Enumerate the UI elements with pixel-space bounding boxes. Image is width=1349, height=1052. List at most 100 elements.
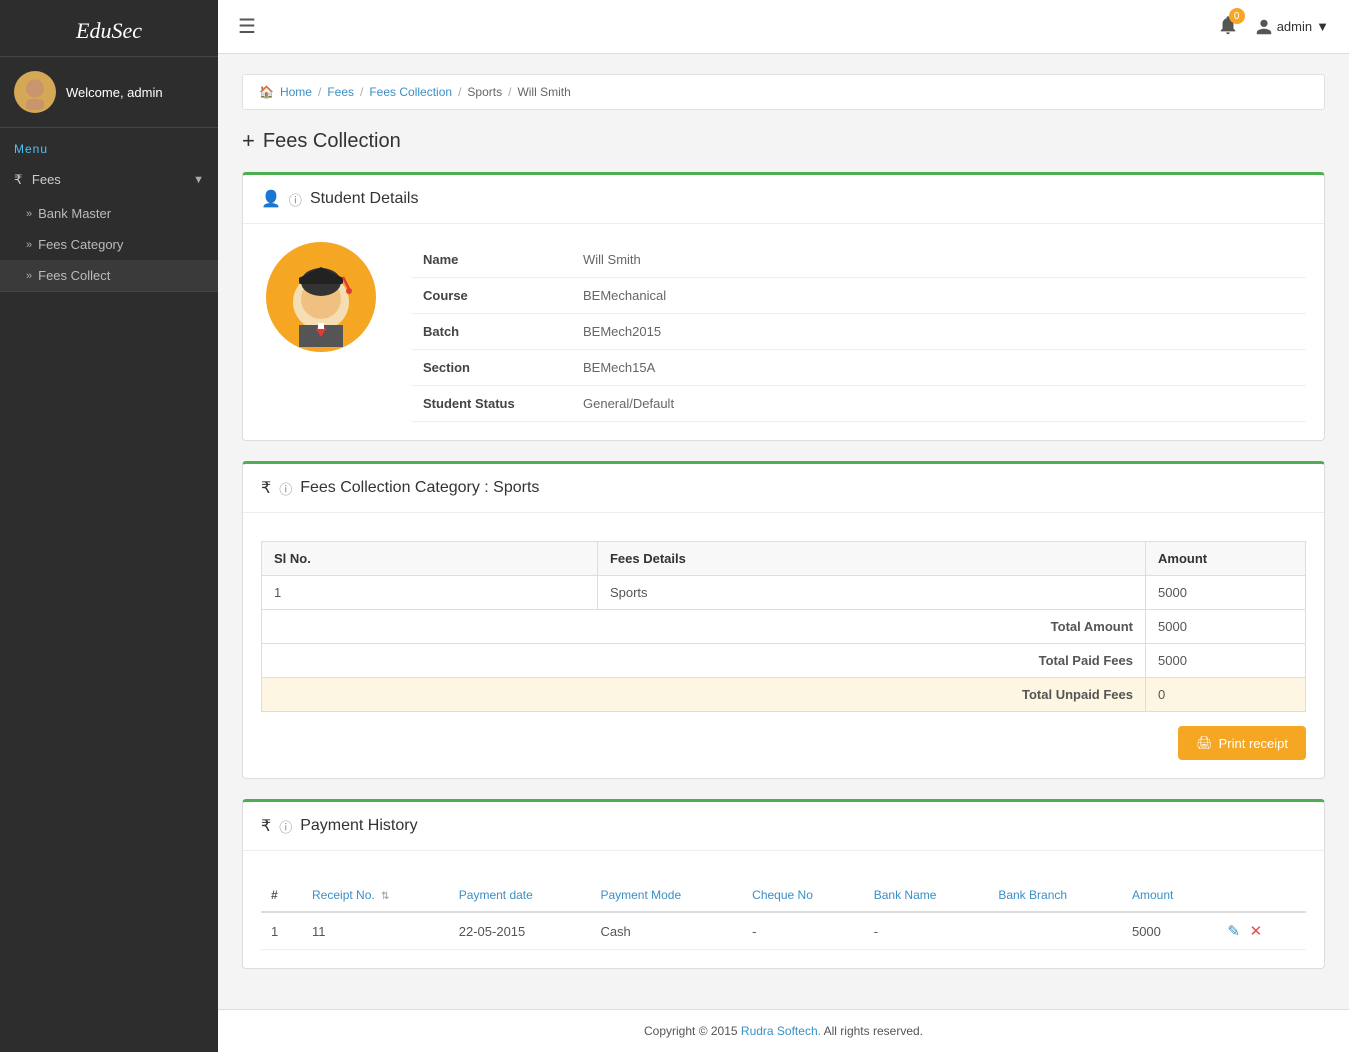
plus-icon: + xyxy=(242,128,255,154)
breadcrumb-fees-collection[interactable]: Fees Collection xyxy=(369,85,452,99)
student-field-value: BEMech2015 xyxy=(571,314,1306,350)
chevron-right-icon: » xyxy=(26,208,32,220)
payment-rupee-icon: ₹ xyxy=(261,816,271,836)
total-unpaid-value: 0 xyxy=(1146,678,1306,712)
breadcrumb-sep3: / xyxy=(458,85,461,99)
payment-receipt-no: 11 xyxy=(302,912,449,950)
student-details-header: 👤 ⓘ Student Details xyxy=(243,175,1324,224)
footer-copyright: Copyright © 2015 xyxy=(644,1024,738,1038)
fees-section: ₹ Fees ▼ » Bank Master » Fees Category »… xyxy=(0,162,218,292)
fees-table-header-sl: Sl No. xyxy=(262,542,598,576)
fees-menu-item[interactable]: ₹ Fees ▼ xyxy=(0,162,218,198)
rupee-icon: ₹ xyxy=(14,172,22,187)
total-unpaid-label: Total Unpaid Fees xyxy=(262,678,1146,712)
payment-col-bank: Bank Name xyxy=(864,879,989,912)
breadcrumb-fees[interactable]: Fees xyxy=(327,85,354,99)
student-field-row: CourseBEMechanical xyxy=(411,278,1306,314)
chevron-down-icon: ▼ xyxy=(193,174,204,186)
total-amount-value: 5000 xyxy=(1146,610,1306,644)
payment-col-amount: Amount xyxy=(1122,879,1214,912)
student-details-body: NameWill SmithCourseBEMechanicalBatchBEM… xyxy=(243,224,1324,440)
page-title-text: Fees Collection xyxy=(263,130,401,153)
total-unpaid-row: Total Unpaid Fees 0 xyxy=(262,678,1306,712)
payment-mode: Cash xyxy=(590,912,742,950)
student-field-value: Will Smith xyxy=(571,242,1306,278)
topbar-right: 0 admin ▼ xyxy=(1217,14,1329,39)
fees-table-header-details: Fees Details xyxy=(597,542,1145,576)
fees-collection-card: ₹ ⓘ Fees Collection Category : Sports Sl… xyxy=(242,461,1325,779)
payment-table-row: 1 11 22-05-2015 Cash - - 5000 ✎ ✕ xyxy=(261,912,1306,950)
page-title: + Fees Collection xyxy=(242,128,1325,154)
admin-dropdown-icon: ▼ xyxy=(1316,19,1329,34)
fees-amount: 5000 xyxy=(1146,576,1306,610)
student-info-table: NameWill SmithCourseBEMechanicalBatchBEM… xyxy=(411,242,1306,422)
breadcrumb-home[interactable]: Home xyxy=(280,85,312,99)
payment-history-card: ₹ ⓘ Payment History # Receipt No. ⇅ Paym… xyxy=(242,799,1325,969)
payment-history-title: Payment History xyxy=(300,817,417,835)
fees-label: Fees xyxy=(32,172,61,187)
sidebar-username: Welcome, admin xyxy=(66,85,163,100)
fees-sl: 1 xyxy=(262,576,598,610)
payment-cheque-no: - xyxy=(742,912,864,950)
fees-details: Sports xyxy=(597,576,1145,610)
payment-info-icon: ⓘ xyxy=(279,817,292,836)
payment-col-branch: Bank Branch xyxy=(988,879,1122,912)
topbar-left: ☰ xyxy=(238,14,256,39)
edit-payment-button[interactable]: ✎ xyxy=(1224,922,1243,940)
payment-col-cheque: Cheque No xyxy=(742,879,864,912)
payment-col-hash: # xyxy=(261,879,302,912)
payment-index: 1 xyxy=(261,912,302,950)
fees-collection-body: Sl No. Fees Details Amount 1 Sports 5000… xyxy=(243,513,1324,778)
fees-collection-title: Fees Collection Category : Sports xyxy=(300,479,539,497)
graduation-avatar-icon xyxy=(271,247,371,347)
breadcrumb: 🏠 Home / Fees / Fees Collection / Sports… xyxy=(242,74,1325,110)
student-details-content: NameWill SmithCourseBEMechanicalBatchBEM… xyxy=(261,242,1306,422)
app-logo: EduSec xyxy=(0,0,218,57)
payment-history-body: # Receipt No. ⇅ Payment date Payment Mod… xyxy=(243,851,1324,968)
sidebar-item-fees-collect[interactable]: » Fees Collect xyxy=(0,260,218,291)
info-icon: ⓘ xyxy=(289,190,302,209)
sidebar-item-bank-master[interactable]: » Bank Master xyxy=(0,198,218,229)
sidebar-user: Welcome, admin xyxy=(0,57,218,128)
hamburger-button[interactable]: ☰ xyxy=(238,14,256,39)
payment-history-header: ₹ ⓘ Payment History xyxy=(243,802,1324,851)
payment-bank-name: - xyxy=(864,912,989,950)
chevron-right-icon: » xyxy=(26,239,32,251)
payment-col-mode: Payment Mode xyxy=(590,879,742,912)
breadcrumb-sports: Sports xyxy=(467,85,502,99)
fees-info-icon: ⓘ xyxy=(279,479,292,498)
delete-payment-button[interactable]: ✕ xyxy=(1247,922,1266,940)
main-content: ☰ 0 admin ▼ 🏠 Home / Fees xyxy=(218,0,1349,1052)
sidebar-item-label: Fees Collect xyxy=(38,268,110,283)
student-field-label: Student Status xyxy=(411,386,571,422)
payment-col-receipt[interactable]: Receipt No. ⇅ xyxy=(302,879,449,912)
student-field-row: NameWill Smith xyxy=(411,242,1306,278)
student-field-value: BEMechanical xyxy=(571,278,1306,314)
student-field-label: Section xyxy=(411,350,571,386)
print-receipt-button[interactable]: 🖨 Print receipt xyxy=(1178,726,1306,760)
admin-name: admin xyxy=(1277,19,1312,34)
admin-menu[interactable]: admin ▼ xyxy=(1255,18,1329,36)
payment-bank-branch xyxy=(988,912,1122,950)
footer-rights: All rights reserved. xyxy=(824,1024,923,1038)
payment-actions: ✎ ✕ xyxy=(1214,912,1306,950)
footer-company-link[interactable]: Rudra Softech. xyxy=(741,1024,821,1038)
footer: Copyright © 2015 Rudra Softech. All righ… xyxy=(218,1009,1349,1052)
payment-col-actions xyxy=(1214,879,1306,912)
total-paid-value: 5000 xyxy=(1146,644,1306,678)
total-paid-row: Total Paid Fees 5000 xyxy=(262,644,1306,678)
student-field-label: Name xyxy=(411,242,571,278)
content-area: 🏠 Home / Fees / Fees Collection / Sports… xyxy=(218,54,1349,1009)
notification-badge: 0 xyxy=(1229,8,1245,24)
notifications-button[interactable]: 0 xyxy=(1217,14,1239,39)
printer-icon: 🖨 xyxy=(1196,735,1213,751)
total-amount-label: Total Amount xyxy=(262,610,1146,644)
topbar: ☰ 0 admin ▼ xyxy=(218,0,1349,54)
student-field-row: Student StatusGeneral/Default xyxy=(411,386,1306,422)
payment-amount: 5000 xyxy=(1122,912,1214,950)
sidebar: EduSec Welcome, admin Menu ₹ Fees ▼ » Ba… xyxy=(0,0,218,1052)
student-field-row: SectionBEMech15A xyxy=(411,350,1306,386)
sidebar-item-fees-category[interactable]: » Fees Category xyxy=(0,229,218,260)
sidebar-item-label: Fees Category xyxy=(38,237,123,252)
student-field-value: BEMech15A xyxy=(571,350,1306,386)
